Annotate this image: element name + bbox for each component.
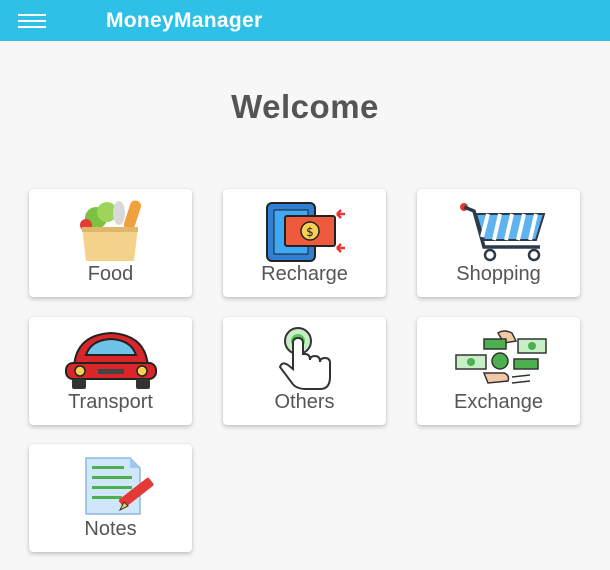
notes-pen-icon — [29, 452, 192, 518]
app-title: MoneyManager — [106, 8, 263, 32]
tile-shopping-label: Shopping — [456, 263, 541, 285]
grocery-bag-icon — [29, 197, 192, 263]
tile-shopping[interactable]: Shopping — [417, 189, 580, 297]
tap-hand-icon — [223, 325, 386, 391]
car-icon — [29, 325, 192, 391]
tile-others-label: Others — [274, 391, 335, 413]
svg-text:$: $ — [306, 225, 314, 239]
tile-food[interactable]: Food — [29, 189, 192, 297]
app-bar: MoneyManager — [0, 0, 610, 41]
tile-transport-label: Transport — [68, 391, 153, 413]
shopping-cart-icon — [417, 197, 580, 263]
tile-notes-label: Notes — [84, 518, 137, 540]
mobile-recharge-icon: $ — [223, 197, 386, 263]
tile-recharge-label: Recharge — [261, 263, 348, 285]
tile-notes[interactable]: Notes — [29, 444, 192, 552]
tile-transport[interactable]: Transport — [29, 317, 192, 425]
tile-recharge[interactable]: $ Recharge — [223, 189, 386, 297]
tile-food-label: Food — [87, 263, 134, 285]
tile-others[interactable]: Others — [223, 317, 386, 425]
welcome-heading: Welcome — [231, 88, 379, 125]
menu-icon[interactable] — [18, 0, 62, 41]
tile-exchange-label: Exchange — [454, 391, 543, 413]
money-exchange-icon — [417, 325, 580, 391]
tile-exchange[interactable]: Exchange — [417, 317, 580, 425]
